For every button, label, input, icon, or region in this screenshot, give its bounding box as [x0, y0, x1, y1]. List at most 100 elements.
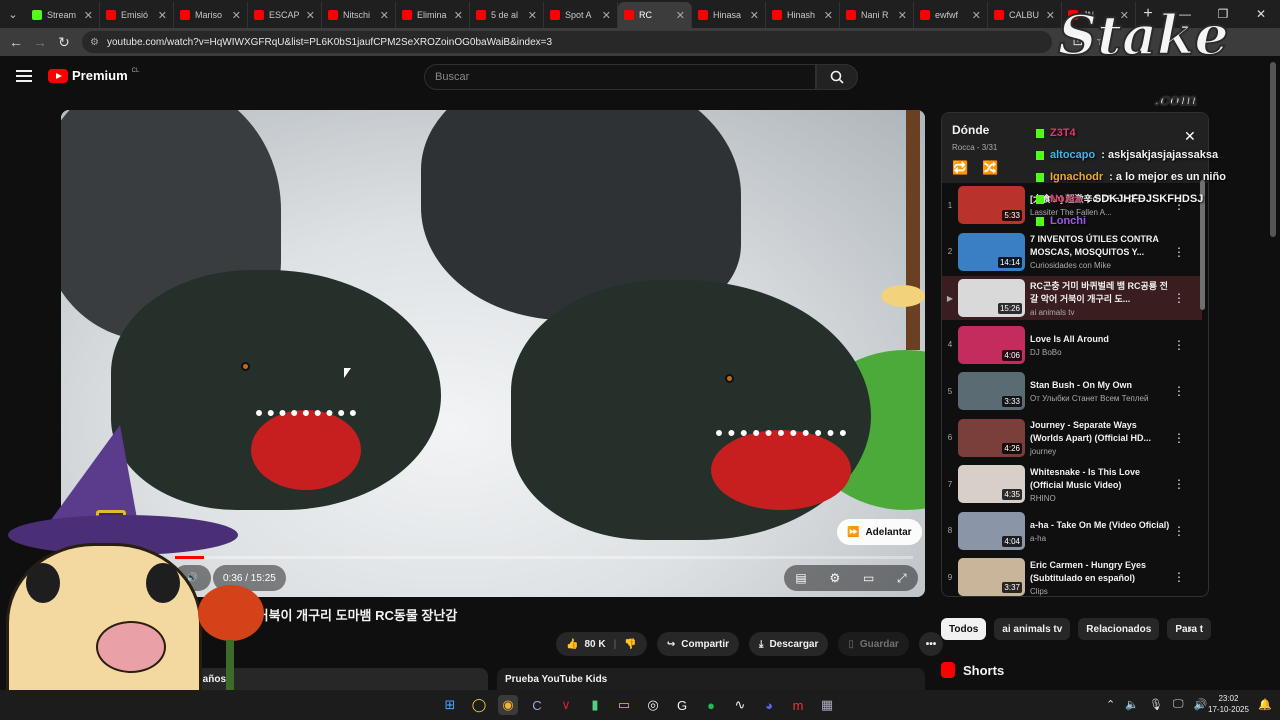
app-icon-m[interactable]: m: [788, 695, 808, 715]
volume-tray-icon[interactable]: 🔊: [1194, 698, 1208, 711]
app-icon-c[interactable]: C: [527, 695, 547, 715]
browser-tab[interactable]: 5 de al ✕: [470, 2, 544, 28]
playlist-item[interactable]: 8 4:04 a-ha - Take On Me (Video Oficial) a-…: [942, 509, 1202, 553]
tab-close-icon[interactable]: ✕: [750, 9, 759, 22]
more-vert-icon[interactable]: ⋮: [1170, 477, 1188, 491]
address-bar[interactable]: ⚙ youtube.com/watch?v=HqWIWXGFRqU&list=P…: [82, 31, 1052, 53]
filter-chip[interactable]: Todos: [941, 618, 987, 640]
download-button[interactable]: ⤓ Descargar: [749, 632, 829, 656]
save-button[interactable]: ▯ Guardar: [838, 632, 909, 656]
more-vert-icon[interactable]: ⋮: [1170, 431, 1188, 445]
video-thumbnail[interactable]: 5:33: [958, 186, 1025, 224]
browser-tab[interactable]: Spot A ✕: [544, 2, 618, 28]
tab-close-icon[interactable]: ✕: [528, 9, 537, 22]
like-button[interactable]: 👍 80 K | 👎: [556, 632, 647, 656]
chrome-icon[interactable]: ◉: [498, 695, 518, 715]
progress-bar[interactable]: [175, 556, 913, 559]
more-vert-icon[interactable]: ⋮: [1170, 384, 1188, 398]
app-icon-g[interactable]: G: [672, 695, 692, 715]
video-thumbnail[interactable]: 4:04: [958, 511, 1025, 550]
playlist-item[interactable]: 9 3:37 Eric Carmen - Hungry Eyes (Subtitul…: [942, 555, 1202, 596]
tab-close-icon[interactable]: ✕: [380, 9, 389, 22]
playlist-item[interactable]: 7 4:35 Whitesnake - Is This Love (Official…: [942, 462, 1202, 506]
browser-tab[interactable]: Hinash ✕: [766, 2, 840, 28]
playlist-item[interactable]: 4 4:06 Love Is All Around DJ BoBo ⋮: [942, 323, 1202, 367]
shuffle-icon[interactable]: 🔀: [982, 160, 998, 176]
more-vert-icon[interactable]: ⋮: [1170, 524, 1188, 538]
more-vert-icon[interactable]: ⋮: [1170, 245, 1188, 259]
search-input[interactable]: Buscar: [424, 64, 816, 90]
app-icon-wave[interactable]: ∿: [730, 695, 750, 715]
tab-close-icon[interactable]: ✕: [158, 9, 167, 22]
video-thumbnail[interactable]: 4:06: [958, 325, 1025, 364]
fullscreen-icon[interactable]: ⤢: [897, 571, 907, 586]
spotify-icon[interactable]: ●: [701, 695, 721, 715]
discord-icon[interactable]: ◕: [759, 695, 779, 715]
page-scrollbar[interactable]: [1270, 62, 1276, 237]
video-thumbnail[interactable]: 4:26: [958, 418, 1025, 457]
taskbar-clock[interactable]: 23:02 17-10-2025: [1208, 693, 1249, 715]
more-vert-icon[interactable]: ⋮: [1170, 338, 1188, 352]
more-actions-button[interactable]: •••: [918, 632, 944, 656]
video-thumbnail[interactable]: 14:14: [958, 232, 1025, 271]
browser-tab[interactable]: Stream ✕: [26, 2, 100, 28]
share-button[interactable]: ↪ Compartir: [656, 632, 740, 656]
browser-tab[interactable]: ESCAP ✕: [248, 2, 322, 28]
reload-icon[interactable]: ↻: [52, 34, 76, 51]
playlist-item[interactable]: 6 4:26 Journey - Separate Ways (Worlds Apa…: [942, 416, 1202, 460]
chat-close-icon[interactable]: ✕: [1184, 128, 1196, 145]
tab-close-icon[interactable]: ✕: [676, 9, 685, 22]
browser-tab[interactable]: RC ✕: [618, 2, 692, 28]
theater-mode-icon[interactable]: ▭: [863, 571, 874, 585]
tab-close-icon[interactable]: ✕: [306, 9, 315, 22]
youtube-premium-logo[interactable]: Premium CL: [48, 68, 139, 83]
playlist-item[interactable]: ▶ 15:26 RC곤충 거미 바퀴벌레 뱀 RC공룡 전갈 악어 거북이 개구리 …: [942, 276, 1202, 320]
tab-close-icon[interactable]: ✕: [898, 9, 907, 22]
speaker-icon[interactable]: 🔈: [1125, 698, 1139, 711]
app-icon-v[interactable]: ∨: [556, 695, 576, 715]
subtitles-icon[interactable]: ▤: [795, 571, 806, 585]
thumbs-down-icon[interactable]: 👎: [624, 639, 636, 650]
tab-close-icon[interactable]: ✕: [1046, 9, 1055, 22]
browser-tab[interactable]: CALBU ✕: [988, 2, 1062, 28]
site-info-icon[interactable]: ⚙: [90, 37, 99, 48]
file-explorer-icon[interactable]: ▭: [614, 695, 634, 715]
tab-close-icon[interactable]: ✕: [454, 9, 463, 22]
browser-tab[interactable]: Nitschi ✕: [322, 2, 396, 28]
tab-close-icon[interactable]: ✕: [972, 9, 981, 22]
video-thumbnail[interactable]: 3:33: [958, 372, 1025, 410]
notification-bell-icon[interactable]: 🔔: [1258, 698, 1272, 711]
search-button[interactable]: [816, 64, 858, 90]
filter-chip[interactable]: Relacionados: [1078, 618, 1160, 640]
tab-close-icon[interactable]: ✕: [84, 9, 93, 22]
video-thumbnail[interactable]: 3:37: [958, 558, 1025, 596]
browser-tab[interactable]: Hinasa ✕: [692, 2, 766, 28]
more-vert-icon[interactable]: ⋮: [1170, 291, 1188, 305]
app-icon-files[interactable]: ▮: [585, 695, 605, 715]
playlist-item[interactable]: 2 14:14 7 INVENTOS ÚTILES CONTRA MOSCAS, M…: [942, 230, 1202, 274]
settings-gear-icon[interactable]: ⚙: [829, 571, 840, 585]
filter-chip[interactable]: ai animals tv: [994, 618, 1071, 640]
app-icon-grid[interactable]: ▦: [817, 695, 837, 715]
windows-start-icon[interactable]: ⊞: [440, 695, 460, 715]
network-icon[interactable]: 🖵: [1173, 698, 1184, 711]
playlist-item[interactable]: 5 3:33 Stan Bush - On My Own От Улыбки Стан…: [942, 369, 1202, 413]
video-thumbnail[interactable]: 4:35: [958, 465, 1025, 503]
chips-next-chevron-icon[interactable]: ›: [1188, 622, 1192, 636]
more-vert-icon[interactable]: ⋮: [1170, 570, 1188, 584]
app-icon-circle[interactable]: ◯: [469, 695, 489, 715]
browser-tab[interactable]: Nani R ✕: [840, 2, 914, 28]
forward-icon[interactable]: →: [28, 34, 52, 50]
browser-tab[interactable]: Mariso ✕: [174, 2, 248, 28]
skip-forward-button[interactable]: ⏩ Adelantar: [837, 519, 922, 545]
browser-tab[interactable]: Emisió ✕: [100, 2, 174, 28]
mic-icon[interactable]: 🎙: [1149, 698, 1163, 711]
tab-close-icon[interactable]: ✕: [824, 9, 833, 22]
back-icon[interactable]: ←: [4, 34, 28, 50]
loop-icon[interactable]: 🔁: [952, 160, 968, 176]
video-thumbnail[interactable]: 15:26: [958, 279, 1025, 317]
tray-chevron-icon[interactable]: ⌃: [1106, 698, 1115, 711]
browser-tab[interactable]: Elimina ✕: [396, 2, 470, 28]
tab-search-chevron-icon[interactable]: ⌄: [0, 0, 26, 28]
tab-close-icon[interactable]: ✕: [602, 9, 611, 22]
